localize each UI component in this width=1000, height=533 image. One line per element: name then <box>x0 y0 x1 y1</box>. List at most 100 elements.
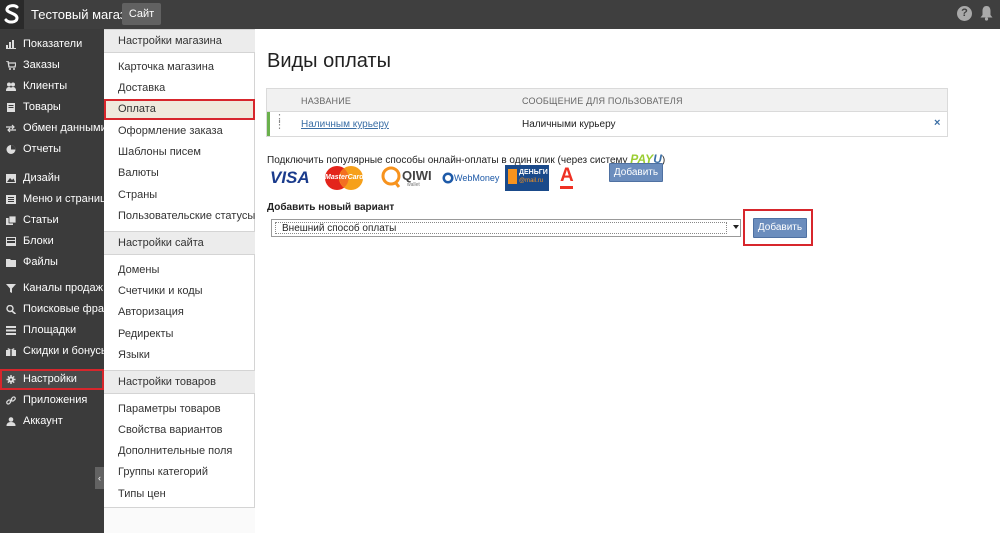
funnel-icon <box>6 284 16 293</box>
gift-icon <box>6 348 16 356</box>
sidebar-item-label: Каналы продаж <box>23 282 103 294</box>
table-header: НАЗВАНИЕ СООБЩЕНИЕ ДЛЯ ПОЛЬЗОВАТЕЛЯ <box>267 89 947 112</box>
sidebar-item-label: Площадки <box>23 324 77 336</box>
top-bar: Тестовый магазин Сайт ? <box>0 0 1000 29</box>
sidebar-item-label: Файлы <box>23 256 58 268</box>
visa-logo: VISA <box>270 168 310 187</box>
sidebar-item-label: Аккаунт <box>23 415 63 427</box>
collapse-sidebar-button[interactable]: ‹ <box>95 467 104 489</box>
submenu-item-email-templates[interactable]: Шаблоны писем <box>104 142 255 163</box>
sidebar-item-label: Обмен данными <box>23 122 107 134</box>
sidebar-item-design[interactable]: Дизайн <box>0 168 104 189</box>
blocks-icon <box>6 237 16 246</box>
sidebar-item-reports[interactable]: Отчеты <box>0 139 104 160</box>
sidebar-item-articles[interactable]: Статьи <box>0 210 104 231</box>
image-icon <box>6 174 16 183</box>
sidebar-item-label: Поисковые фразы <box>23 303 117 315</box>
sidebar-item-files[interactable]: Файлы <box>0 252 104 273</box>
bar-chart-icon <box>6 40 16 49</box>
search-icon <box>6 305 16 314</box>
sidebar-item-products[interactable]: Товары <box>0 97 104 118</box>
sidebar-item-label: Меню и страницы <box>23 193 115 205</box>
list-icon <box>6 326 16 335</box>
sidebar-item-discounts[interactable]: Скидки и бонусы <box>0 341 109 362</box>
submenu-item-domains[interactable]: Домены <box>104 260 255 281</box>
chevron-down-icon <box>733 225 739 229</box>
submenu-item-product-params[interactable]: Параметры товаров <box>104 399 255 420</box>
submenu-item-authorization[interactable]: Авторизация <box>104 302 255 323</box>
app-logo[interactable] <box>0 0 24 29</box>
sidebar-item-dashboard[interactable]: Показатели <box>0 34 104 55</box>
alfabank-logo: А <box>558 165 576 191</box>
submenu-item-checkout[interactable]: Оформление заказа <box>104 121 255 142</box>
folder-icon <box>6 259 16 267</box>
gear-icon <box>6 375 16 384</box>
submenu-item-custom-statuses[interactable]: Пользовательские статусы <box>104 206 255 227</box>
help-icon[interactable]: ? <box>957 6 972 21</box>
new-variant-label: Добавить новый вариант <box>267 202 395 213</box>
submenu-item-delivery[interactable]: Доставка <box>104 78 255 99</box>
column-header-message: СООБЩЕНИЕ ДЛЯ ПОЛЬЗОВАТЕЛЯ <box>522 96 683 106</box>
sidebar-item-label: Товары <box>23 101 61 113</box>
sidebar-item-orders[interactable]: Заказы <box>0 55 104 76</box>
submenu-item-extra-fields[interactable]: Дополнительные поля <box>104 441 255 462</box>
mastercard-logo: MasterCard <box>322 165 366 191</box>
sidebar-item-label: Заказы <box>23 59 60 71</box>
sidebar-item-settings[interactable]: Настройки <box>0 369 104 390</box>
active-indicator <box>267 112 270 136</box>
add-online-payment-button[interactable]: Добавить <box>609 163 663 182</box>
sidebar-item-account[interactable]: Аккаунт <box>0 411 104 432</box>
payment-name-link[interactable]: Наличным курьеру <box>301 119 389 130</box>
add-variant-button[interactable]: Добавить <box>753 218 807 238</box>
sidebar-item-clients[interactable]: Клиенты <box>0 76 104 97</box>
sidebar-item-sales-channels[interactable]: Каналы продаж <box>0 278 104 299</box>
main-sidebar: Показатели Заказы Клиенты Товары Обмен д… <box>0 29 117 533</box>
submenu-item-price-types[interactable]: Типы цен <box>104 484 255 505</box>
sidebar-item-label: Скидки и бонусы <box>23 345 109 357</box>
column-header-name: НАЗВАНИЕ <box>301 96 352 106</box>
sidebar-item-apps[interactable]: Приложения <box>0 390 104 411</box>
payment-message: Наличными курьеру <box>522 119 616 130</box>
submenu-item-redirects[interactable]: Редиректы <box>104 324 255 345</box>
articles-icon <box>6 216 16 225</box>
submenu-footer <box>104 507 255 533</box>
book-icon <box>7 103 15 112</box>
site-button[interactable]: Сайт <box>122 3 161 25</box>
sidebar-item-data-exchange[interactable]: Обмен данными <box>0 118 107 139</box>
submenu-item-shop-card[interactable]: Карточка магазина <box>104 57 255 78</box>
connect-payu-text: Подключить популярные способы онлайн-опл… <box>267 152 665 166</box>
webmoney-logo: WebMoney <box>442 165 499 191</box>
sidebar-item-menu-pages[interactable]: Меню и страницы <box>0 189 114 210</box>
link-icon <box>6 396 16 405</box>
submenu-section-site-settings: Настройки сайта <box>104 231 255 255</box>
submenu-item-currencies[interactable]: Валюты <box>104 163 255 184</box>
sidebar-item-label: Статьи <box>23 214 59 226</box>
s-logo-icon <box>4 4 19 24</box>
submenu-item-payment[interactable]: Оплата <box>104 99 255 120</box>
submenu-item-category-groups[interactable]: Группы категорий <box>104 462 255 483</box>
sidebar-item-label: Клиенты <box>23 80 68 92</box>
dengi-mailru-logo: ДЕНЬГИ @mail.ru <box>505 165 549 191</box>
sidebar-item-label: Блоки <box>23 235 54 247</box>
delete-icon[interactable]: × <box>934 117 940 129</box>
pie-chart-icon <box>6 145 16 154</box>
bell-icon[interactable] <box>980 5 993 21</box>
qiwi-logo: QIWI wallet <box>381 165 441 191</box>
sidebar-item-blocks[interactable]: Блоки <box>0 231 104 252</box>
drag-handle-icon[interactable]: ⋮ ⋮ <box>274 114 285 131</box>
sidebar-item-label: Приложения <box>23 394 88 406</box>
submenu-item-counters[interactable]: Счетчики и коды <box>104 281 255 302</box>
submenu-item-languages[interactable]: Языки <box>104 345 255 366</box>
user-icon <box>6 417 16 426</box>
sidebar-item-search-phrases[interactable]: Поисковые фразы <box>0 299 117 320</box>
menu-icon <box>6 195 16 204</box>
sidebar-item-label: Настройки <box>23 373 77 385</box>
payment-methods-table: НАЗВАНИЕ СООБЩЕНИЕ ДЛЯ ПОЛЬЗОВАТЕЛЯ ⋮ ⋮ Н… <box>266 88 948 137</box>
sidebar-item-marketplaces[interactable]: Площадки <box>0 320 104 341</box>
cart-icon <box>6 61 16 70</box>
payment-type-select[interactable]: Внешний способ оплаты <box>271 219 741 237</box>
submenu-item-variant-properties[interactable]: Свойства вариантов <box>104 420 255 441</box>
submenu-item-countries[interactable]: Страны <box>104 185 255 206</box>
page-title: Виды оплаты <box>267 50 391 72</box>
users-icon <box>6 82 16 91</box>
